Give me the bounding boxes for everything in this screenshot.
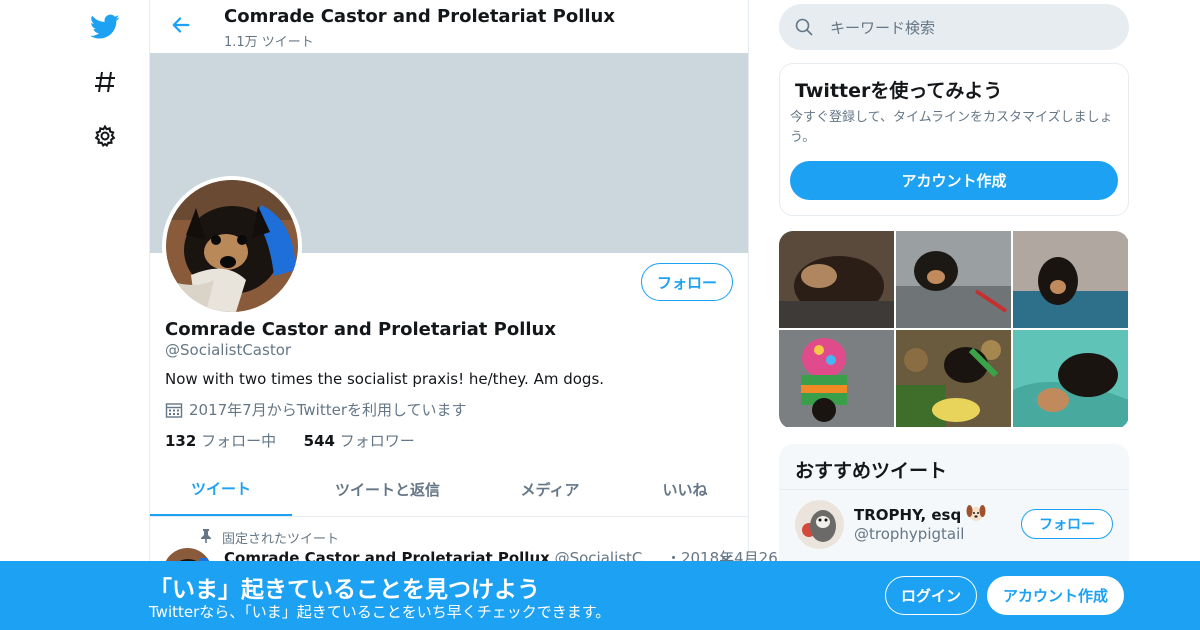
profile-header: Comrade Castor and Proletariat Pollux 1.… [150, 0, 748, 53]
gear-icon[interactable] [85, 116, 125, 156]
tab-likes[interactable]: いいね [630, 463, 740, 516]
hashtag-icon[interactable] [85, 62, 125, 102]
pinned-label: 固定されたツイート [222, 532, 340, 547]
following-label: フォロー中 [201, 432, 277, 450]
recommended-tweets: おすすめツイート TROPHY, esq @trophypigtail フォロー [779, 444, 1129, 564]
recommended-user-handle: @trophypigtail [854, 525, 965, 543]
media-thumb[interactable] [896, 231, 1011, 328]
dog-face-icon [966, 504, 986, 526]
pin-icon [200, 528, 212, 547]
recommended-follow-button[interactable]: フォロー [1021, 509, 1113, 539]
recommended-title: おすすめツイート [795, 460, 948, 482]
recommended-user-name[interactable]: TROPHY, esq [854, 504, 986, 526]
follow-button[interactable]: フォロー [641, 263, 733, 301]
media-thumb[interactable] [779, 330, 894, 427]
media-thumb[interactable] [1013, 330, 1128, 427]
login-button[interactable]: ログイン [885, 576, 977, 615]
signup-card-title: Twitterを使ってみよう [795, 80, 1003, 102]
left-nav [0, 0, 150, 630]
profile-avatar[interactable] [162, 176, 302, 316]
profile-handle: @SocialistCastor [165, 341, 292, 359]
followers-link[interactable]: 544 フォロワー [304, 432, 415, 450]
page: Comrade Castor and Proletariat Pollux 1.… [0, 0, 1200, 630]
signup-card: Twitterを使ってみよう 今すぐ登録して、タイムラインをカスタマイズしましょ… [779, 63, 1129, 216]
profile-bio: Now with two times the socialist praxis!… [165, 370, 605, 388]
tab-media[interactable]: メディア [490, 463, 610, 516]
media-thumb[interactable] [779, 231, 894, 328]
profile-column: Comrade Castor and Proletariat Pollux 1.… [149, 0, 793, 630]
bottom-bar-subtitle: Twitterなら、「いま」起きていることをいち早くチェックできます。 [149, 603, 611, 621]
followers-count: 544 [303, 432, 335, 450]
back-arrow-icon[interactable] [166, 10, 196, 40]
recommended-name-text: TROPHY, esq [854, 506, 962, 524]
followers-label: フォロワー [339, 432, 415, 450]
profile-joined: 2017年7月からTwitterを利用しています [165, 399, 467, 420]
tab-tweets[interactable]: ツイート [150, 463, 292, 516]
bottom-signup-bar: 「いま」起きていることを見つけよう Twitterなら、「いま」起きていることを… [0, 561, 1200, 630]
calendar-icon [165, 401, 183, 419]
following-link[interactable]: 132 フォロー中 [165, 432, 276, 450]
profile-tabs: ツイート ツイートと返信 メディア いいね [150, 463, 748, 517]
tweet-count: 1.1万 ツイート [224, 35, 314, 50]
profile-stats: 132 フォロー中 544 フォロワー [165, 430, 415, 451]
tab-tweets-and-replies[interactable]: ツイートと返信 [305, 463, 470, 516]
twitter-bird-icon[interactable] [85, 7, 125, 47]
media-grid [779, 231, 1129, 429]
media-thumb[interactable] [896, 330, 1011, 427]
pinned-indicator: 固定されたツイート [200, 528, 339, 547]
search-icon [795, 18, 813, 36]
header-title: Comrade Castor and Proletariat Pollux [224, 6, 615, 27]
following-count: 132 [165, 432, 197, 450]
create-account-button[interactable]: アカウント作成 [790, 161, 1118, 200]
joined-text: 2017年7月からTwitterを利用しています [189, 401, 467, 419]
recommended-avatar[interactable] [795, 500, 844, 549]
search-input[interactable]: キーワード検索 [830, 17, 935, 38]
bottom-bar-title: 「いま」起きていることを見つけよう [149, 577, 540, 603]
divider [779, 489, 1129, 490]
media-thumb[interactable] [1013, 231, 1128, 328]
signup-button[interactable]: アカウント作成 [987, 576, 1124, 615]
search-box[interactable]: キーワード検索 [779, 4, 1129, 50]
profile-name: Comrade Castor and Proletariat Pollux [165, 319, 556, 340]
signup-card-subtitle: 今すぐ登録して、タイムラインをカスタマイズしましょう。 [790, 110, 1113, 145]
